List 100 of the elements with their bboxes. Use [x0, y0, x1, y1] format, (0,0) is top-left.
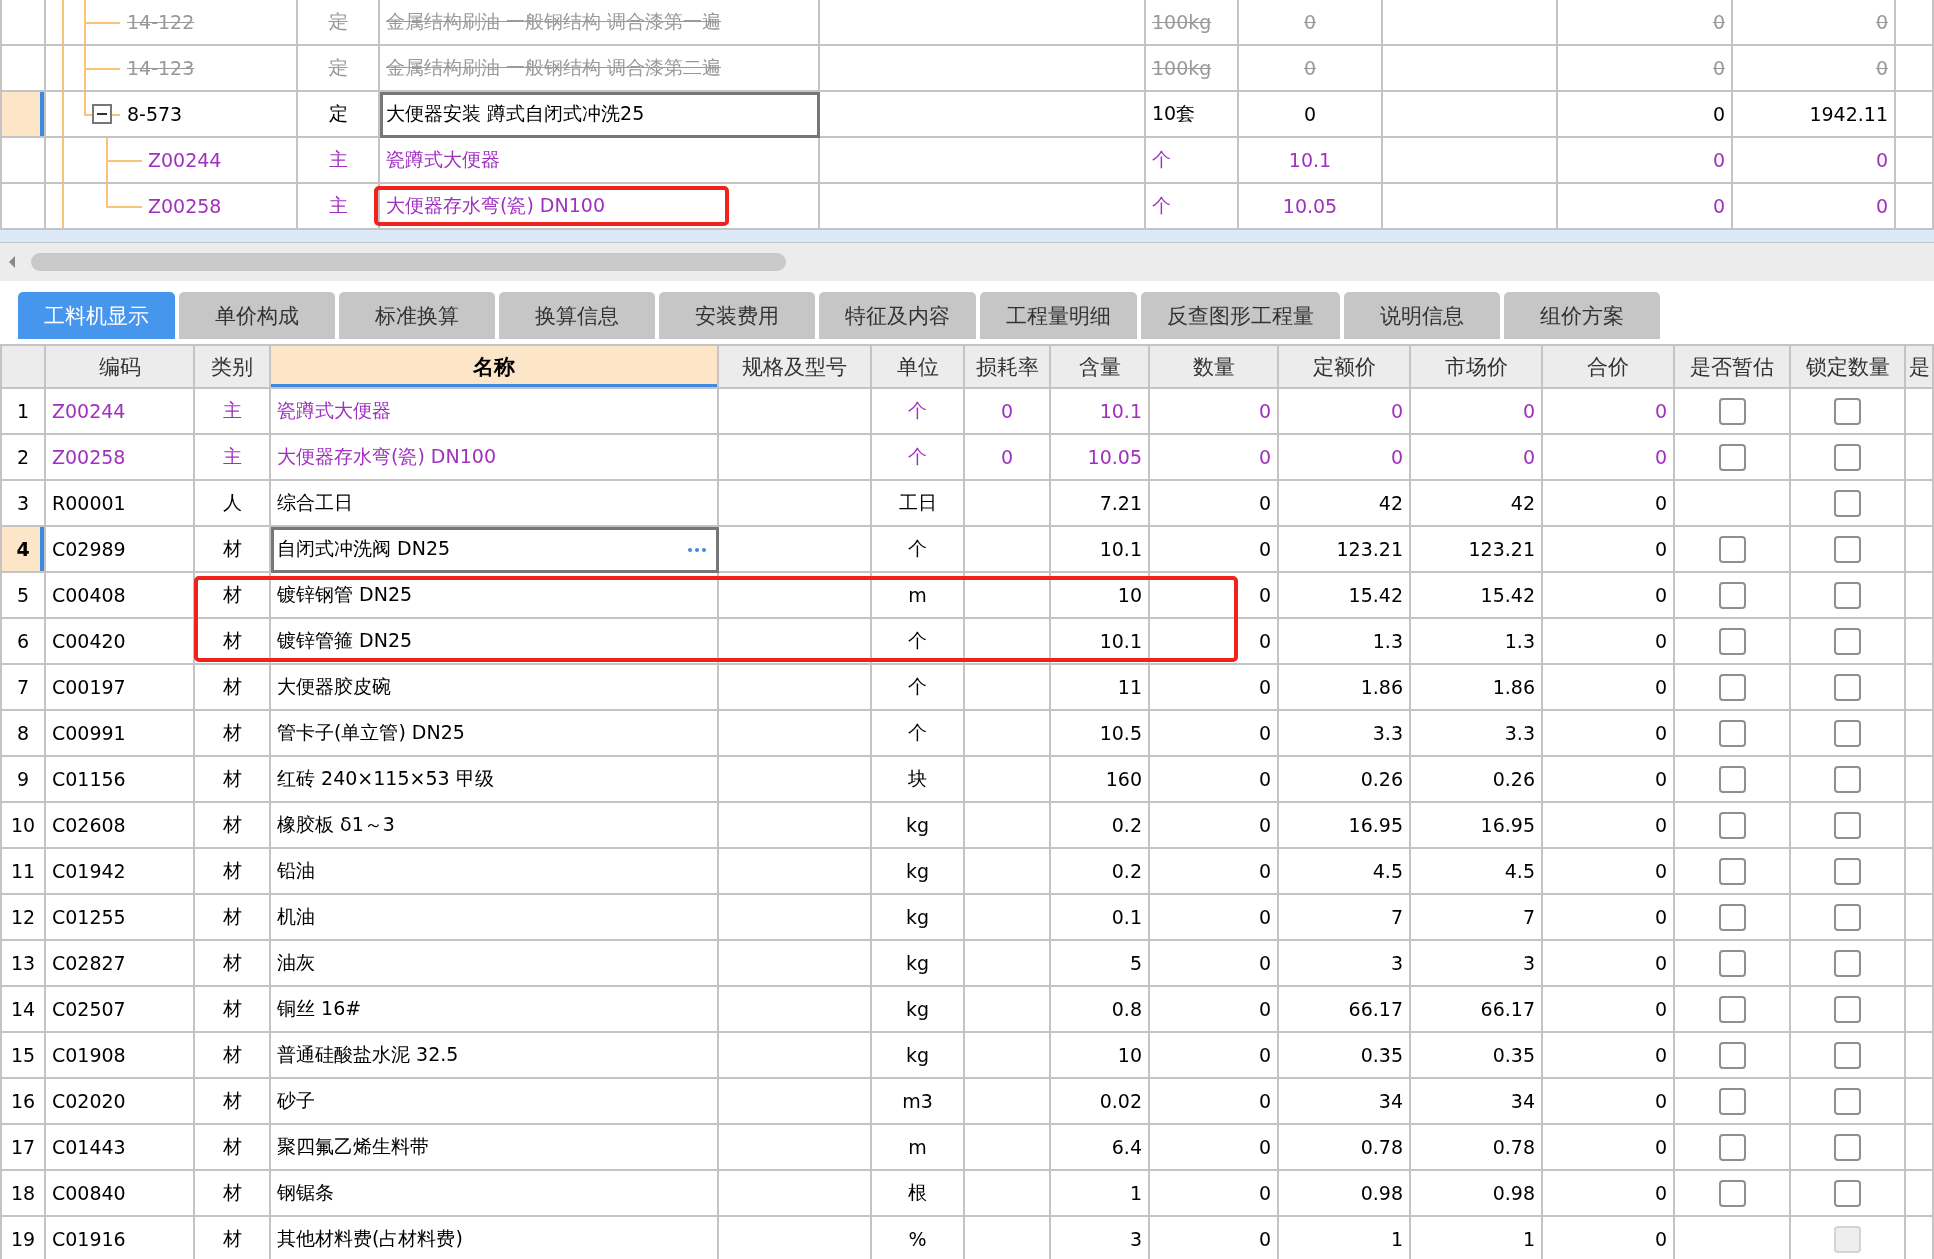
checkbox[interactable]: [1718, 1133, 1746, 1161]
column-header[interactable]: 规格及型号: [719, 346, 872, 389]
column-header[interactable]: 定额价: [1279, 346, 1411, 389]
checkbox[interactable]: [1718, 857, 1746, 885]
checkbox[interactable]: [1718, 673, 1746, 701]
checkbox[interactable]: [1718, 397, 1746, 425]
column-header[interactable]: 是: [1906, 346, 1934, 389]
column-header[interactable]: 含量: [1051, 346, 1150, 389]
code-cell: 14-123: [127, 57, 195, 79]
checkbox[interactable]: [1834, 1087, 1861, 1115]
checkbox[interactable]: [1718, 1179, 1746, 1207]
row-number[interactable]: 12: [0, 895, 46, 941]
checkbox[interactable]: [1834, 535, 1861, 563]
row-number[interactable]: 13: [0, 941, 46, 987]
checkbox[interactable]: [1834, 719, 1861, 747]
column-header[interactable]: 损耗率: [965, 346, 1051, 389]
more-icon[interactable]: [687, 547, 707, 553]
row-number[interactable]: 17: [0, 1125, 46, 1171]
row-number[interactable]: 16: [0, 1079, 46, 1125]
checkbox[interactable]: [1834, 857, 1861, 885]
scroll-thumb[interactable]: [31, 253, 786, 271]
tab[interactable]: 组价方案: [1504, 292, 1660, 339]
checkbox[interactable]: [1834, 903, 1861, 931]
row-number[interactable]: 14: [0, 987, 46, 1033]
cell-text: 0: [1654, 1044, 1667, 1066]
row-number[interactable]: 1: [0, 389, 46, 435]
cell-text: 铜丝 16#: [277, 996, 362, 1021]
column-header[interactable]: 类别: [195, 346, 271, 389]
cell-text: 0: [1258, 630, 1271, 652]
row-header[interactable]: [0, 0, 46, 46]
cell-text: 聚四氟乙烯生料带: [277, 1134, 429, 1159]
tab[interactable]: 工程量明细: [980, 292, 1137, 339]
cell-text: 16.95: [1348, 814, 1403, 836]
checkbox[interactable]: [1834, 581, 1861, 609]
cell-text: Z00258: [52, 446, 126, 468]
column-header[interactable]: 数量: [1150, 346, 1279, 389]
row-header[interactable]: [0, 92, 46, 138]
row-number[interactable]: 5: [0, 573, 46, 619]
cell-text: C00420: [52, 630, 126, 652]
row-number[interactable]: 9: [0, 757, 46, 803]
checkbox[interactable]: [1834, 1041, 1861, 1069]
checkbox[interactable]: [1718, 949, 1746, 977]
cell-text: C02507: [52, 998, 126, 1020]
cell-text: 工日: [898, 490, 937, 515]
checkbox[interactable]: [1834, 627, 1861, 655]
row-number[interactable]: 2: [0, 435, 46, 481]
cell-text: 管卡子(单立管) DN25: [277, 720, 465, 745]
column-header[interactable]: 名称: [271, 346, 719, 389]
checkbox[interactable]: [1718, 627, 1746, 655]
row-number[interactable]: 11: [0, 849, 46, 895]
checkbox[interactable]: [1834, 765, 1861, 793]
checkbox[interactable]: [1718, 443, 1746, 471]
checkbox[interactable]: [1834, 443, 1861, 471]
tab[interactable]: 标准换算: [339, 292, 495, 339]
cell-text: 34: [1378, 1090, 1403, 1112]
checkbox[interactable]: [1718, 719, 1746, 747]
column-header[interactable]: 合价: [1543, 346, 1675, 389]
checkbox[interactable]: [1718, 995, 1746, 1023]
checkbox[interactable]: [1718, 903, 1746, 931]
row-number[interactable]: 15: [0, 1033, 46, 1079]
row-number[interactable]: 8: [0, 711, 46, 757]
checkbox[interactable]: [1834, 397, 1861, 425]
column-header[interactable]: 是否暂估: [1675, 346, 1791, 389]
checkbox[interactable]: [1834, 1179, 1861, 1207]
column-header[interactable]: 锁定数量: [1791, 346, 1906, 389]
checkbox[interactable]: [1718, 811, 1746, 839]
collapse-toggle[interactable]: [92, 104, 112, 124]
checkbox[interactable]: [1718, 581, 1746, 609]
column-header[interactable]: 单位: [872, 346, 965, 389]
checkbox[interactable]: [1834, 673, 1861, 701]
row-header[interactable]: [0, 138, 46, 184]
checkbox[interactable]: [1718, 535, 1746, 563]
row-number[interactable]: 7: [0, 665, 46, 711]
row-number[interactable]: 18: [0, 1171, 46, 1217]
checkbox[interactable]: [1834, 489, 1861, 517]
checkbox[interactable]: [1834, 995, 1861, 1023]
tab[interactable]: 安装费用: [659, 292, 815, 339]
checkbox[interactable]: [1834, 949, 1861, 977]
checkbox[interactable]: [1834, 1133, 1861, 1161]
checkbox[interactable]: [1718, 1041, 1746, 1069]
cell-text: 材: [222, 1180, 242, 1205]
checkbox[interactable]: [1718, 1087, 1746, 1115]
cell-text: 定: [328, 101, 348, 126]
tab[interactable]: 换算信息: [499, 292, 655, 339]
row-number[interactable]: 4: [0, 527, 46, 573]
column-header[interactable]: 编码: [46, 346, 195, 389]
tab[interactable]: 说明信息: [1344, 292, 1500, 339]
checkbox[interactable]: [1834, 811, 1861, 839]
row-number[interactable]: 6: [0, 619, 46, 665]
checkbox[interactable]: [1718, 765, 1746, 793]
horizontal-scrollbar[interactable]: [0, 243, 1934, 281]
cell-text: 0: [1390, 400, 1403, 422]
scroll-left-icon[interactable]: [8, 256, 16, 268]
tab[interactable]: 反查图形工程量: [1141, 292, 1340, 339]
tab[interactable]: 单价构成: [179, 292, 335, 339]
row-number[interactable]: 10: [0, 803, 46, 849]
row-number[interactable]: 19: [0, 1217, 46, 1259]
column-header[interactable]: 市场价: [1411, 346, 1543, 389]
corner-cell[interactable]: [0, 346, 46, 389]
tab[interactable]: 特征及内容: [819, 292, 976, 339]
